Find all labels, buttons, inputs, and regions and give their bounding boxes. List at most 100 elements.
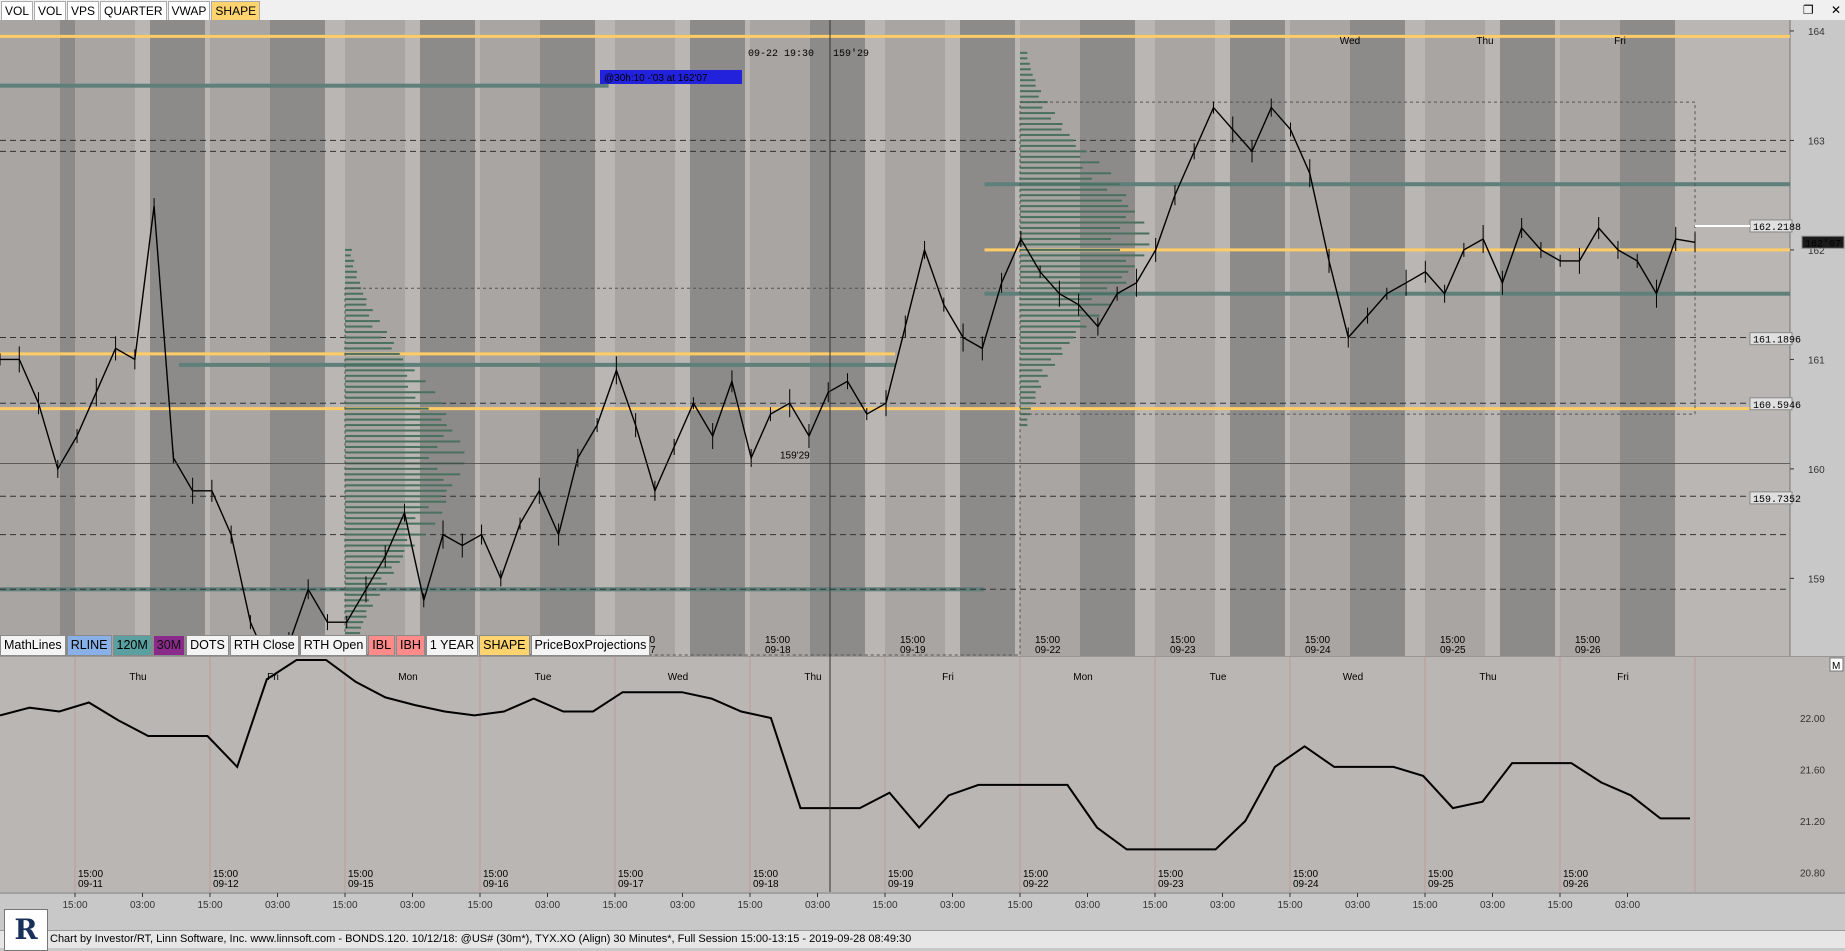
volume-profile-bar	[1020, 341, 1070, 344]
volume-profile-bar	[1020, 320, 1081, 323]
volume-profile-bar	[345, 320, 380, 323]
volume-profile-bar	[1020, 358, 1051, 361]
sub-price-chart[interactable]: M 22.00 21.60 21.20 20.80 Thu Fri Mon Tue Wed Thu F…	[0, 656, 1845, 892]
lower-indicator-rline-button[interactable]: RLINE	[66, 635, 112, 656]
date-label: 09-26	[1575, 645, 1601, 656]
top-vps-button[interactable]: VPS	[67, 1, 100, 21]
hour-label: 03:00	[1345, 900, 1370, 911]
volume-profile-bar	[345, 314, 370, 317]
volume-profile-bar	[345, 407, 429, 410]
volume-profile-bar	[345, 560, 400, 563]
date-label: 09-22	[1035, 645, 1061, 656]
time-axis-bg	[0, 892, 1845, 930]
volume-profile-bar	[345, 325, 373, 328]
top-vol-button[interactable]: VOL	[1, 1, 34, 21]
hour-label: 03:00	[535, 900, 560, 911]
top-quarter-button[interactable]: QUARTER	[100, 1, 167, 21]
sub-date-label: 09-18	[753, 879, 779, 890]
volume-profile-bar	[345, 424, 447, 427]
volume-profile-bar	[1020, 79, 1036, 82]
volume-profile-bar	[345, 473, 461, 476]
hour-label: 15:00	[1547, 900, 1572, 911]
sub-date-label: 09-24	[1293, 879, 1319, 890]
lower-indicator-dots-button[interactable]: DOTS	[186, 635, 229, 656]
volume-profile-bar	[1020, 309, 1083, 312]
session-shade-dark	[1620, 20, 1675, 656]
volume-profile-bar	[345, 281, 361, 284]
sub-date-label: 09-15	[348, 879, 374, 890]
panel-menu-label: M	[1832, 661, 1840, 672]
lower-indicator-rth-close-button[interactable]: RTH Close	[229, 635, 299, 656]
volume-profile-bar	[345, 577, 382, 580]
volume-profile-bar	[1020, 161, 1100, 164]
volume-profile-bar	[345, 374, 408, 377]
day-label: Wed	[1340, 36, 1360, 47]
volume-profile-bar	[1020, 281, 1127, 284]
volume-profile-bar	[1020, 385, 1042, 388]
volume-profile-bar	[345, 588, 373, 591]
main-price-chart[interactable]: 16416316216116015909-22 19:30 159'29159'2…	[0, 20, 1845, 656]
volume-profile-bar	[1020, 155, 1081, 158]
volume-profile-bar	[1020, 227, 1120, 230]
sub-price-tick-label: 20.80	[1800, 869, 1825, 880]
sub-day-label: Wed	[1343, 672, 1363, 683]
session-shade-dark	[420, 20, 475, 656]
volume-profile-bar	[1020, 270, 1129, 273]
lower-indicator-120m-button[interactable]: 120M	[112, 635, 152, 656]
volume-profile-bar	[1020, 402, 1033, 405]
top-shape-button[interactable]: SHAPE	[211, 1, 261, 21]
lower-indicator-ibl-button[interactable]: IBL	[368, 635, 396, 656]
volume-profile-bar	[1020, 123, 1063, 126]
volume-profile-bar	[345, 413, 447, 416]
volume-profile-bar	[1020, 347, 1062, 350]
volume-profile-bar	[345, 615, 367, 618]
top-vwap-button[interactable]: VWAP	[167, 1, 211, 21]
volume-profile-bar	[1020, 276, 1122, 279]
sr-band	[179, 362, 895, 367]
volume-profile-bar	[345, 352, 400, 355]
hour-label: 15:00	[332, 900, 357, 911]
lower-indicator-priceboxprojections-button[interactable]: PriceBoxProjections	[530, 635, 651, 656]
volume-profile-bar	[345, 347, 392, 350]
volume-profile-bar	[1020, 117, 1051, 120]
restore-icon[interactable]: ❐	[1803, 3, 1814, 17]
session-shade-dark	[960, 20, 1015, 656]
hour-label: 03:00	[400, 900, 425, 911]
top-vol-button[interactable]: VOL	[34, 1, 67, 21]
lower-indicator-shape-button[interactable]: SHAPE	[479, 635, 530, 656]
lower-indicator-30m-button[interactable]: 30M	[152, 635, 186, 656]
hour-label: 15:00	[737, 900, 762, 911]
date-label: 09-24	[1305, 645, 1331, 656]
volume-profile-bar	[345, 566, 392, 569]
lower-indicator-mathlines-button[interactable]: MathLines	[0, 635, 66, 656]
sub-day-label: Thu	[129, 672, 146, 683]
volume-profile-bar	[1020, 199, 1122, 202]
volume-profile-bar	[1020, 237, 1111, 240]
volume-profile-bar	[1020, 133, 1070, 136]
volume-profile-bar	[345, 626, 362, 629]
sub-price-tick-label: 22.00	[1800, 714, 1825, 725]
volume-profile-bar	[1020, 106, 1043, 109]
lower-indicator-rth-open-button[interactable]: RTH Open	[299, 635, 368, 656]
sub-price-tick-label: 21.20	[1800, 817, 1825, 828]
close-icon[interactable]: ✕	[1831, 3, 1841, 17]
hour-label: 15:00	[1142, 900, 1167, 911]
volume-profile-bar	[345, 429, 453, 432]
lower-indicator-ibh-button[interactable]: IBH	[396, 635, 425, 656]
volume-profile-bar	[1020, 84, 1036, 87]
volume-profile-bar	[1020, 177, 1092, 180]
hour-label: 03:00	[805, 900, 830, 911]
volume-profile-bar	[1020, 128, 1062, 131]
date-label: 09-23	[1170, 645, 1196, 656]
volume-profile-bar	[345, 500, 447, 503]
sub-day-label: Tue	[1210, 672, 1227, 683]
session-shade-dark	[270, 20, 325, 656]
volume-profile-bar	[345, 402, 443, 405]
volume-profile-bar	[345, 495, 442, 498]
lower-indicator-1-year-button[interactable]: 1 YEAR	[425, 635, 479, 656]
hour-label: 15:00	[467, 900, 492, 911]
volume-profile-bar	[1020, 73, 1033, 76]
price-tick-label: 159	[1808, 574, 1825, 585]
volume-profile-bar	[1020, 205, 1129, 208]
volume-profile-bar	[345, 248, 352, 251]
